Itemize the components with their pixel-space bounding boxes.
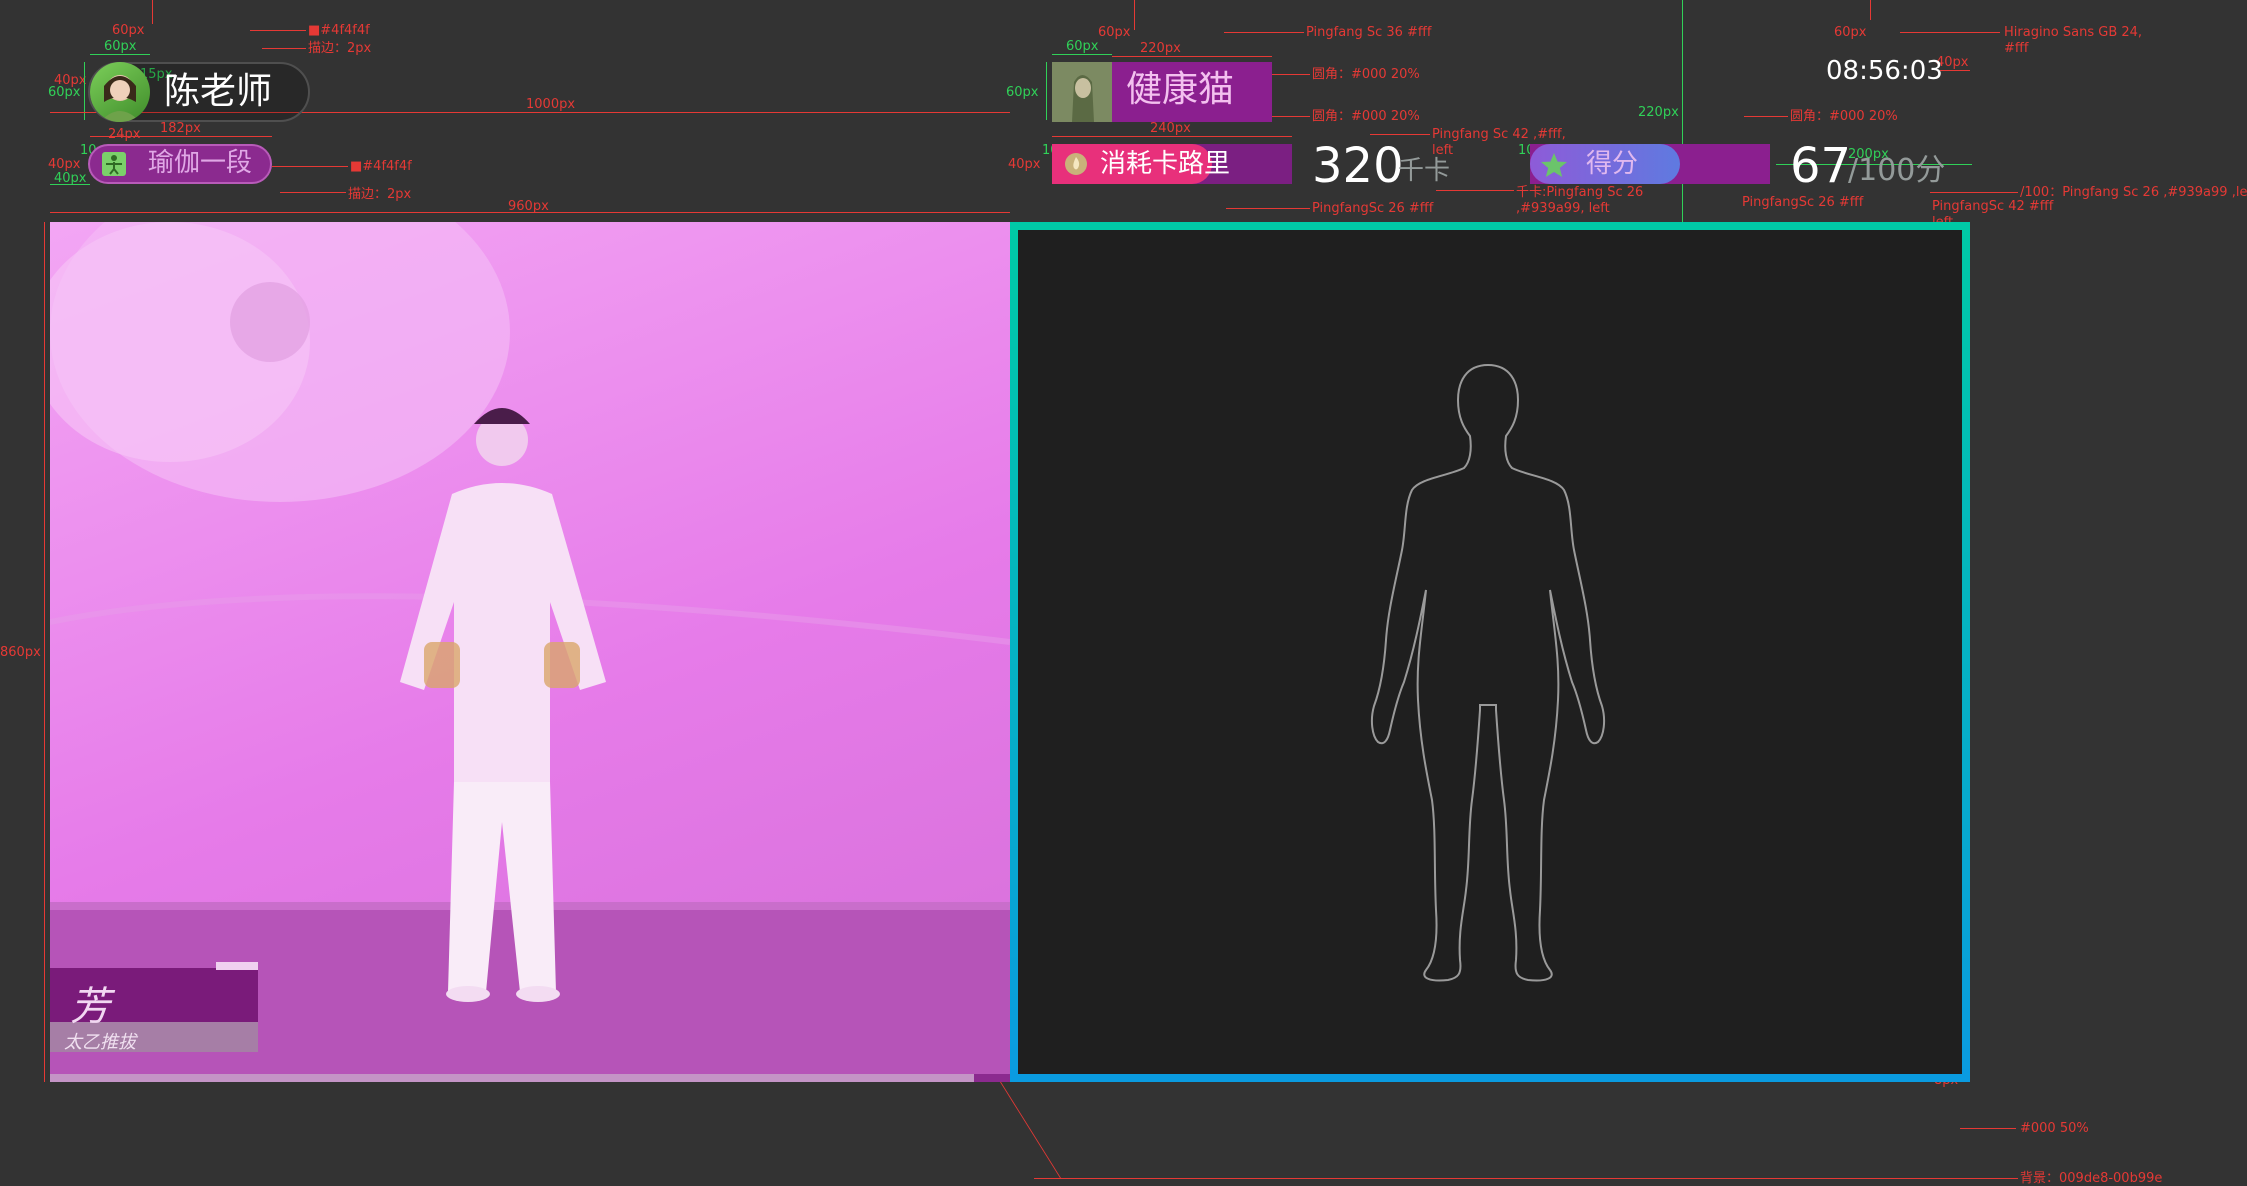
video-frame: [50, 222, 1010, 1082]
spec-label: PingfangSc 26 #fff: [1312, 201, 1434, 216]
spec-label: 60px: [48, 85, 81, 100]
yoga-level-icon: [102, 152, 126, 176]
user-avatar[interactable]: [1052, 62, 1112, 122]
pose-detection-panel: [1010, 222, 1970, 1082]
spec-label: #000 50%: [2020, 1121, 2089, 1136]
spec-label: ■#4f4f4f: [308, 23, 370, 38]
spec-label: Pingfang Sc 36 #fff: [1306, 25, 1432, 40]
spec-label: Hiragino Sans GB 24,: [2004, 25, 2143, 40]
spec-label: /100：Pingfang Sc 26 ,#939a99 ,left: [2020, 185, 2247, 200]
spec-label: ■#4f4f4f: [350, 159, 412, 174]
spec-label: ,#939a99, left: [1516, 201, 1610, 216]
spec-label: 描边：2px: [348, 187, 412, 202]
spec-label: PingfangSc 26 #fff: [1742, 195, 1864, 210]
user-name: 健康猫: [1126, 69, 1235, 110]
calories-label: 消耗卡路里: [1100, 149, 1231, 179]
body-outline-icon: [1370, 363, 1606, 982]
spec-label: 60px: [104, 39, 137, 54]
score-value: 67: [1790, 138, 1852, 194]
spec-label: 220px: [1140, 41, 1181, 56]
video-caption-subtitle: 太乙推拔: [64, 1032, 136, 1053]
spec-label: 描边：2px: [308, 41, 372, 56]
calories-unit: 千卡: [1398, 156, 1451, 186]
spec-label: PingfangSc 42 #fff: [1932, 199, 2054, 214]
spec-label: 圆角：#000 20%: [1312, 67, 1420, 82]
spec-label: 圆角：#000 20%: [1312, 109, 1420, 124]
score-label: 得分: [1586, 149, 1639, 179]
teacher-video[interactable]: 芳 太乙推拔: [50, 222, 1010, 1082]
spec-label: 40px: [48, 157, 81, 172]
spec-label: 60px: [1006, 85, 1039, 100]
spec-label: 60px: [1834, 25, 1867, 40]
spec-label: 220px: [1638, 105, 1679, 120]
video-caption-title: 芳: [70, 984, 110, 1030]
calories-value: 320: [1312, 138, 1404, 194]
spec-label: 千卡:Pingfang Sc 26: [1516, 185, 1644, 200]
teacher-level: 瑜伽一段: [148, 148, 253, 178]
spec-label: 182px: [160, 121, 201, 136]
flame-icon: [1064, 152, 1088, 176]
spec-label: 860px: [0, 645, 41, 660]
spec-label: 圆角：#000 20%: [1790, 109, 1898, 124]
clock: 08:56:03: [1826, 56, 1943, 86]
spec-label: 40px: [1008, 157, 1041, 172]
teacher-name: 陈老师: [164, 71, 273, 112]
score-unit: /100分: [1848, 153, 1946, 188]
spec-label: 1000px: [526, 97, 576, 112]
star-icon: [1540, 152, 1568, 178]
spec-label: #fff: [2004, 41, 2029, 56]
spec-label: 60px: [1066, 39, 1099, 54]
spec-label: 240px: [1150, 121, 1191, 136]
spec-label: 60px: [112, 23, 145, 38]
spec-label: 24px: [108, 127, 141, 142]
spec-label: 60px: [1098, 25, 1131, 40]
spec-label: 背景：009de8-00b99e: [2020, 1171, 2163, 1186]
teacher-avatar[interactable]: [90, 62, 150, 122]
spec-label: Pingfang Sc 42 ,#fff,: [1432, 127, 1566, 142]
